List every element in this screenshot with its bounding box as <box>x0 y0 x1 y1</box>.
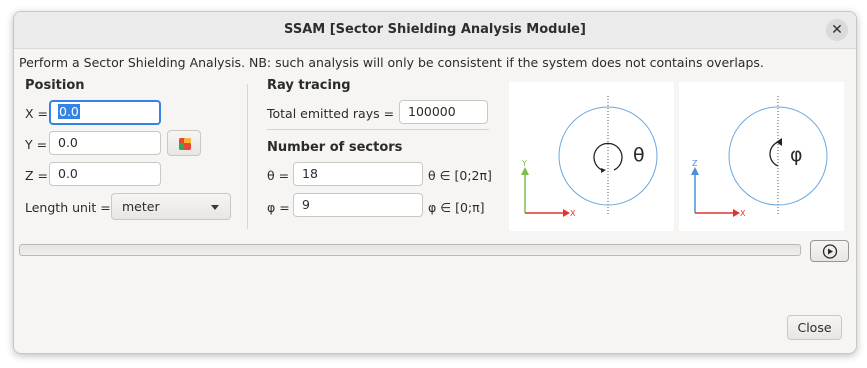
vertical-separator <box>247 84 248 229</box>
phi-x-axis-label: X <box>740 209 746 218</box>
phi-diagram: φ Z X <box>679 82 844 231</box>
total-rays-label: Total emitted rays = <box>267 106 395 121</box>
ssam-dialog: SSAM [Sector Shielding Analysis Module] … <box>13 11 857 354</box>
progress-bar <box>19 244 801 256</box>
position-header: Position <box>25 78 85 93</box>
phi-z-axis-label: Z <box>692 159 698 168</box>
window-close-icon[interactable]: ✕ <box>826 19 848 41</box>
ray-tracing-header: Ray tracing <box>267 78 351 93</box>
theta-input[interactable]: 18 <box>293 162 423 186</box>
phi-symbol: φ <box>790 144 803 166</box>
theta-range-label: θ ∈ [0;2π] <box>428 168 492 183</box>
horizontal-separator <box>267 129 489 130</box>
phi-range-label: φ ∈ [0;π] <box>428 200 485 215</box>
theta-label: θ = <box>267 168 290 183</box>
x-label: X = <box>25 106 49 121</box>
theta-diagram-graphic <box>521 96 658 217</box>
phi-diagram-graphic <box>691 96 828 217</box>
z-input[interactable]: 0.0 <box>49 162 161 186</box>
total-rays-input[interactable]: 100000 <box>399 100 488 124</box>
theta-diagram: θ Y X <box>509 82 674 231</box>
y-input[interactable]: 0.0 <box>49 131 161 155</box>
window-title: SSAM [Sector Shielding Analysis Module] <box>284 22 586 37</box>
title-bar: SSAM [Sector Shielding Analysis Module] … <box>14 12 856 49</box>
pick-position-button[interactable] <box>167 130 201 156</box>
length-unit-label: Length unit = <box>25 200 111 215</box>
theta-x-axis-label: X <box>570 209 576 218</box>
y-label: Y = <box>25 137 48 152</box>
phi-input[interactable]: 9 <box>293 193 423 217</box>
run-button[interactable] <box>810 240 849 262</box>
description-text: Perform a Sector Shielding Analysis. NB:… <box>19 55 764 70</box>
phi-label: φ = <box>267 200 290 215</box>
chevron-down-icon <box>211 205 219 210</box>
play-icon <box>822 244 838 259</box>
length-unit-select[interactable]: meter <box>111 193 231 220</box>
z-label: Z = <box>25 168 49 183</box>
theta-y-axis-label: Y <box>522 159 527 168</box>
length-unit-value: meter <box>122 199 160 214</box>
close-button[interactable]: Close <box>787 315 842 340</box>
sectors-header: Number of sectors <box>267 140 403 155</box>
color-picker-icon <box>179 138 191 150</box>
x-input[interactable]: 0.0 <box>49 100 161 125</box>
theta-symbol: θ <box>633 144 645 166</box>
x-input-value: 0.0 <box>58 104 80 119</box>
